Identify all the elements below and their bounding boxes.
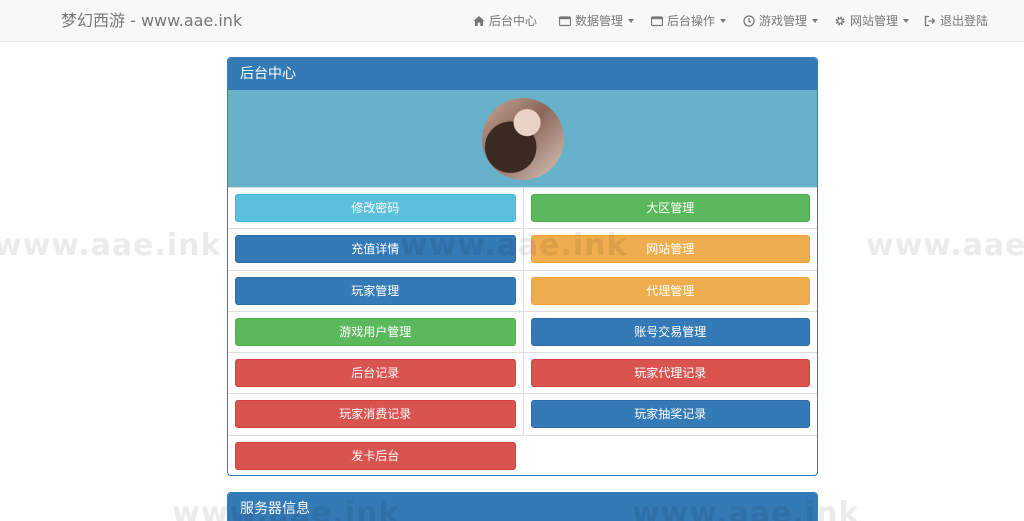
server-info-panel: 服务器信息	[227, 492, 818, 521]
button-grid: 修改密码 大区管理 充值详情 网站管理 玩家管理 代理管理 游戏用户管理 账号交…	[228, 188, 818, 475]
site-management-button[interactable]: 网站管理	[530, 235, 810, 264]
player-lottery-log-button[interactable]: 玩家抽奖记录	[530, 400, 810, 429]
clock-icon	[743, 15, 755, 27]
avatar	[482, 98, 564, 180]
admin-center-panel: 后台中心 修改密码 大区管理 充值详情 网站管理 玩家管理 代理管理 游戏用户管…	[227, 57, 818, 476]
panel-title: 服务器信息	[228, 493, 817, 521]
nav-label: 数据管理	[575, 14, 624, 28]
home-icon	[473, 16, 485, 26]
change-password-button[interactable]: 修改密码	[235, 194, 516, 222]
recharge-details-button[interactable]: 充值详情	[235, 235, 516, 264]
grid-cell: 游戏用户管理	[228, 312, 523, 352]
agent-management-button[interactable]: 代理管理	[530, 276, 810, 305]
brand-title[interactable]: 梦幻西游 - www.aae.ink	[61, 11, 242, 31]
player-management-button[interactable]: 玩家管理	[235, 276, 516, 305]
avatar-banner	[228, 90, 817, 188]
card-icon	[559, 16, 571, 27]
nav-label: 退出登陆	[940, 14, 989, 28]
player-agent-log-button[interactable]: 玩家代理记录	[530, 359, 810, 388]
caret-down-icon	[812, 19, 819, 23]
button-row: 玩家消费记录 玩家抽奖记录	[228, 394, 818, 436]
nav-label: 后台中心	[489, 14, 538, 28]
grid-cell: 玩家代理记录	[522, 353, 818, 394]
caret-down-icon	[903, 19, 910, 23]
logout-icon	[924, 15, 936, 27]
nav-data-management[interactable]: 数据管理	[559, 13, 635, 29]
button-row: 修改密码 大区管理	[228, 188, 818, 230]
button-row: 充值详情 网站管理	[228, 229, 818, 271]
grid-cell: 代理管理	[522, 270, 818, 311]
admin-log-button[interactable]: 后台记录	[235, 359, 516, 388]
grid-cell: 玩家管理	[228, 271, 523, 311]
nav-site-management[interactable]: 网站管理	[834, 13, 910, 29]
grid-cell: 修改密码	[228, 188, 523, 228]
top-navbar: 梦幻西游 - www.aae.ink 后台中心 数据管理 后台操作 游戏管理 网…	[0, 0, 1024, 42]
grid-cell: 玩家消费记录	[228, 394, 523, 434]
caret-down-icon	[720, 19, 727, 23]
grid-cell: 发卡后台	[228, 436, 523, 475]
card-icon	[651, 16, 663, 27]
account-trade-management-button[interactable]: 账号交易管理	[530, 317, 810, 346]
grid-cell: 大区管理	[522, 188, 818, 229]
button-row: 发卡后台	[228, 436, 818, 475]
game-user-management-button[interactable]: 游戏用户管理	[235, 317, 516, 346]
nav-game-management[interactable]: 游戏管理	[743, 13, 819, 29]
nav-logout[interactable]: 退出登陆	[924, 13, 988, 29]
grid-cell: 账号交易管理	[522, 311, 818, 353]
nav-label: 后台操作	[667, 14, 716, 28]
grid-cell: 充值详情	[228, 229, 523, 269]
button-row: 游戏用户管理 账号交易管理	[228, 311, 818, 354]
watermark-text: www.aae.ink	[0, 228, 222, 263]
grid-cell	[523, 436, 818, 475]
nav-label: 游戏管理	[759, 14, 808, 28]
caret-down-icon	[628, 19, 635, 23]
nav-admin-operations[interactable]: 后台操作	[651, 13, 727, 29]
grid-cell: 玩家抽奖记录	[522, 394, 818, 435]
watermark-text: www.aae.ink	[866, 228, 1024, 263]
grid-cell: 网站管理	[522, 229, 818, 270]
nav-admin-center[interactable]: 后台中心	[473, 13, 537, 29]
player-spending-log-button[interactable]: 玩家消费记录	[235, 400, 516, 429]
button-row: 玩家管理 代理管理	[228, 270, 818, 312]
gear-icon	[835, 16, 845, 26]
card-issuing-admin-button[interactable]: 发卡后台	[235, 441, 516, 470]
panel-title: 后台中心	[228, 58, 817, 90]
button-row: 后台记录 玩家代理记录	[228, 353, 818, 395]
grid-cell: 后台记录	[228, 353, 523, 393]
nav-label: 网站管理	[850, 14, 899, 28]
region-management-button[interactable]: 大区管理	[530, 194, 810, 222]
